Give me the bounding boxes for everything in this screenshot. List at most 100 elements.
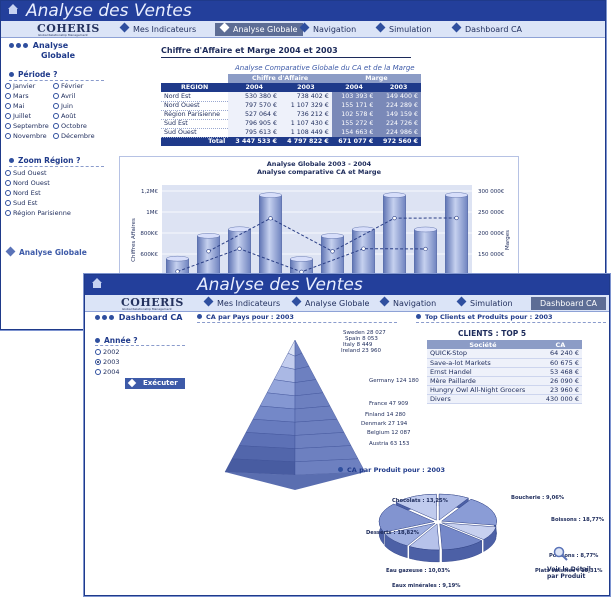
front-menu-dashboard-ca[interactable]: Dashboard CA: [531, 297, 607, 310]
table-row: Région Parisienne 527 064 €736 212 €102 5…: [161, 110, 421, 120]
table-cell: 149 159 €: [376, 110, 421, 119]
col-marge-2003: 2003: [376, 83, 421, 92]
radio-circle[interactable]: [5, 200, 11, 206]
col-societe: Société: [427, 340, 539, 349]
home-icon[interactable]: [91, 277, 103, 289]
month-radio[interactable]: Janvier: [5, 82, 35, 90]
month-radio[interactable]: Juin: [53, 102, 73, 110]
radio-circle[interactable]: [53, 133, 59, 139]
zoom-region-label: Zoom Région ?: [9, 156, 80, 165]
month-radio[interactable]: Juillet: [5, 112, 31, 120]
ca-pays-heading: CA par Pays pour : 2003: [197, 313, 294, 321]
back-menu-mes-indicateurs[interactable]: Mes Indicateurs: [119, 22, 196, 36]
year-radio[interactable]: 2002: [95, 348, 120, 356]
clients-top5-title: CLIENTS : TOP 5: [458, 329, 527, 338]
top-clients-heading: Top Clients et Produits pour : 2003: [416, 313, 553, 321]
front-window: Analyse des Ventes COHERIS Global Relati…: [84, 274, 610, 596]
analyse-globale-action[interactable]: Analyse Globale: [5, 246, 87, 257]
line-point: [206, 249, 211, 254]
radio-circle[interactable]: [5, 170, 11, 176]
radio-circle[interactable]: [5, 83, 11, 89]
table-cell: Divers: [427, 394, 539, 404]
back-menubar: COHERIS Global Relationship Management M…: [1, 21, 605, 38]
table-cell: 53 468 €: [538, 367, 582, 377]
table-cell: 224 986 €: [376, 128, 421, 137]
back-app-title: Analyse des Ventes: [26, 1, 192, 21]
detail-produit-link[interactable]: Voir le Détail par Produit: [547, 546, 591, 580]
month-radio[interactable]: Novembre: [5, 132, 47, 140]
radio-circle[interactable]: [5, 103, 11, 109]
radio-circle[interactable]: [53, 113, 59, 119]
month-radio[interactable]: Octobre: [53, 122, 87, 130]
radio-circle[interactable]: [95, 369, 101, 375]
total-row: Total 3 447 533 € 4 797 822 € 671 077 € …: [161, 137, 421, 146]
month-radio[interactable]: Août: [53, 112, 76, 120]
home-icon[interactable]: [7, 3, 19, 15]
radio-circle[interactable]: [95, 349, 101, 355]
product-label: Desserts : 18,82%: [366, 530, 419, 536]
back-menu-navigation[interactable]: Navigation: [299, 22, 356, 36]
back-menu-dashboard-ca[interactable]: Dashboard CA: [451, 22, 522, 36]
front-title-bar: Analyse des Ventes: [85, 275, 609, 295]
y2-tick-label: 300 000€: [478, 189, 505, 195]
year-radio[interactable]: 2004: [95, 368, 120, 376]
top-clients-table: Société CA QUICK-Stop 64 240 € Save-a-lot …: [427, 340, 582, 404]
front-menubar: COHERIS Global Relationship Management M…: [85, 295, 609, 312]
month-radio[interactable]: Mars: [5, 92, 29, 100]
table-row: Nord Est 530 380 €738 402 €103 393 €149 4…: [161, 92, 421, 102]
table-cell: 224 289 €: [376, 101, 421, 110]
region-radio[interactable]: Sud Est: [5, 199, 37, 207]
table-cell: 102 578 €: [331, 110, 377, 119]
table-cell: 738 402 €: [280, 92, 332, 101]
table-row: Divers 430 000 €: [427, 394, 582, 404]
front-menu-analyse-globale[interactable]: Analyse Globale: [291, 296, 369, 310]
front-menu-mes-indicateurs[interactable]: Mes Indicateurs: [203, 296, 280, 310]
bar-top: [383, 192, 406, 198]
radio-circle[interactable]: [5, 210, 11, 216]
radio-circle[interactable]: [53, 93, 59, 99]
marge-group-header: Marge: [331, 74, 421, 83]
region-radio[interactable]: Nord Est: [5, 189, 41, 197]
radio-circle[interactable]: [5, 123, 11, 129]
back-menu-simulation[interactable]: Simulation: [375, 22, 432, 36]
annee-label: Année ?: [95, 336, 138, 345]
table-cell: Ernst Handel: [427, 367, 539, 377]
radio-circle[interactable]: [5, 113, 11, 119]
month-radio[interactable]: Février: [53, 82, 83, 90]
radio-circle[interactable]: [53, 83, 59, 89]
region-radio[interactable]: Sud Ouest: [5, 169, 47, 177]
country-label: France 47 909: [369, 401, 409, 407]
radio-circle[interactable]: [53, 123, 59, 129]
table-cell: 1 108 449 €: [280, 128, 332, 137]
y-tick-label: 600K€: [140, 252, 158, 258]
month-radio[interactable]: Mai: [5, 102, 24, 110]
divider: [95, 345, 185, 346]
radio-circle[interactable]: [5, 190, 11, 196]
radio-circle[interactable]: [5, 93, 11, 99]
radio-circle[interactable]: [53, 103, 59, 109]
table-row: Sud Ouest 795 613 €1 108 449 €154 663 €22…: [161, 128, 421, 138]
col-ca-2004: 2004: [228, 83, 281, 92]
back-title-bar: Analyse des Ventes: [1, 1, 605, 21]
month-radio[interactable]: Septembre: [5, 122, 49, 130]
month-radio[interactable]: Décembre: [53, 132, 95, 140]
table-cell: Région Parisienne: [161, 110, 229, 120]
y-tick-label: 800K€: [140, 231, 158, 237]
region-radio[interactable]: Nord Ouest: [5, 179, 50, 187]
year-radio[interactable]: 2003: [95, 358, 120, 366]
radio-circle[interactable]: [95, 359, 101, 365]
month-radio[interactable]: Avril: [53, 92, 75, 100]
table-cell: Mère Paillarde: [427, 376, 539, 386]
front-sidebar: Dashboard CA Année ? 2002 2003 2004 Exécut…: [85, 312, 193, 597]
radio-circle[interactable]: [5, 180, 11, 186]
bar-top: [259, 192, 282, 198]
table-cell: 736 212 €: [280, 110, 332, 119]
back-menu-analyse-globale[interactable]: Analyse Globale: [215, 22, 304, 36]
radio-circle[interactable]: [5, 133, 11, 139]
front-menu-navigation[interactable]: Navigation: [379, 296, 436, 310]
executer-button[interactable]: Exécuter: [125, 378, 185, 389]
product-label: Eaux minérales : 9,19%: [392, 583, 461, 589]
front-menu-simulation[interactable]: Simulation: [456, 296, 513, 310]
region-radio[interactable]: Région Parisienne: [5, 209, 71, 217]
country-label: Finland 14 280: [365, 412, 406, 418]
